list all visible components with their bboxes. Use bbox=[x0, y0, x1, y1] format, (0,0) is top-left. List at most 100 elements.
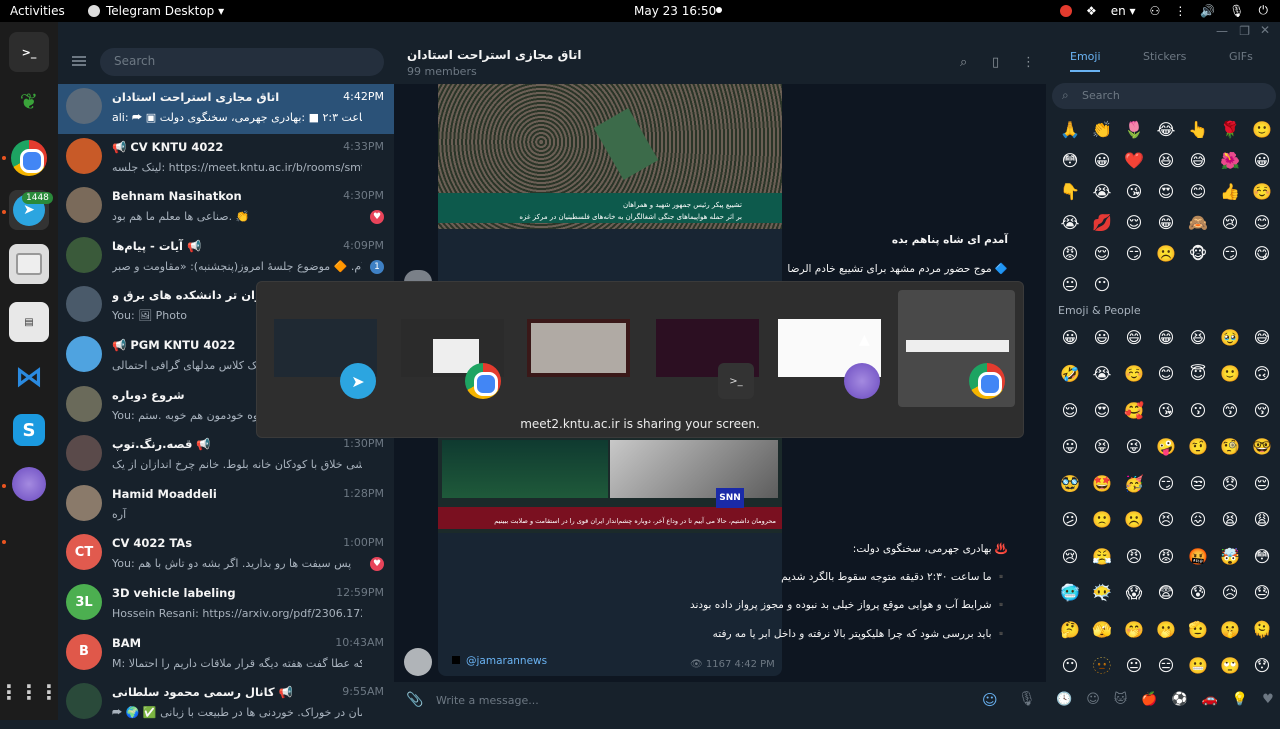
emoji-item[interactable]: 🤣 bbox=[1056, 361, 1084, 387]
emoji-item[interactable]: 😑 bbox=[1152, 653, 1180, 679]
recent-icon[interactable]: 🕓 bbox=[1056, 692, 1072, 720]
minimize-icon[interactable]: — bbox=[1216, 24, 1228, 38]
menu-icon[interactable] bbox=[72, 56, 86, 66]
tab-emoji[interactable]: Emoji bbox=[1070, 50, 1101, 63]
chat-title[interactable]: اتاق مجازی استراحت استادان bbox=[407, 48, 581, 62]
emoji-item[interactable]: 🌷 bbox=[1120, 116, 1148, 142]
emoji-item[interactable]: ☺️ bbox=[1120, 361, 1148, 387]
dropbox-icon[interactable]: ❖ bbox=[1086, 4, 1097, 18]
emoji-item[interactable]: 😩 bbox=[1248, 507, 1276, 533]
emoji-item[interactable]: 🙃 bbox=[1248, 361, 1276, 387]
emoji-item[interactable]: 😀 bbox=[1056, 324, 1084, 350]
emoji-item[interactable]: 😘 bbox=[1120, 178, 1148, 204]
attach-icon[interactable]: 📎 bbox=[406, 692, 423, 708]
emoji-item[interactable]: 🫢 bbox=[1152, 616, 1180, 642]
emoji-item[interactable]: 😖 bbox=[1184, 507, 1212, 533]
emoji-item[interactable]: 🤬 bbox=[1184, 543, 1212, 569]
chat-list-item[interactable]: کانال رسمی محمود سلطانی 📢 9:55AM ⮫ 🌍 ✅ مدی… bbox=[58, 679, 394, 729]
emoji-item[interactable]: 😢 bbox=[1056, 543, 1084, 569]
game-icon[interactable]: ❦ bbox=[9, 82, 49, 122]
emoji-item[interactable]: 😢 bbox=[1216, 209, 1244, 235]
chat-list-item[interactable]: 📢 CV KNTU 4022 4:33PM لینک جلسه: https://m… bbox=[58, 134, 394, 184]
emoji-item[interactable]: 😐 bbox=[1120, 653, 1148, 679]
emoji-item[interactable]: 😡 bbox=[1056, 240, 1084, 266]
tab-stickers[interactable]: Stickers bbox=[1143, 50, 1186, 63]
emoji-icon[interactable]: ☺ bbox=[982, 691, 998, 709]
message-photo[interactable]: تشییع پیکر رئیس جمهور شهید و همراهان بر … bbox=[438, 84, 782, 229]
clock[interactable]: May 23 16:50 bbox=[634, 4, 716, 18]
emoji-item[interactable]: 😐 bbox=[1056, 271, 1084, 297]
emoji-item[interactable]: 😫 bbox=[1216, 507, 1244, 533]
accessibility-icon[interactable]: ⚇ bbox=[1150, 4, 1161, 18]
emoji-item[interactable]: 😄 bbox=[1120, 324, 1148, 350]
emoji-search-input[interactable]: Search bbox=[1052, 83, 1276, 109]
emoji-item[interactable]: 👏 bbox=[1088, 116, 1116, 142]
emoji-item[interactable]: 🙁 bbox=[1088, 507, 1116, 533]
search-icon[interactable]: ⌕ bbox=[960, 55, 967, 70]
emoji-item[interactable]: 😌 bbox=[1056, 397, 1084, 423]
emoji-item[interactable]: 😭 bbox=[1056, 209, 1084, 235]
volume-icon[interactable]: 🔊 bbox=[1200, 4, 1215, 18]
chat-list-item[interactable]: آیات - پیام‌ها 📢 4:09PM سلام. 🔶 موضوع جلسه… bbox=[58, 233, 394, 283]
emoji-item[interactable]: 😁 bbox=[1152, 324, 1180, 350]
emoji-item[interactable]: 🥹 bbox=[1216, 324, 1244, 350]
message-input[interactable]: Write a message... bbox=[436, 694, 539, 707]
chat-list-item[interactable]: Behnam Nasihatkon 4:30PM صناعی ها معلم ما … bbox=[58, 183, 394, 233]
smileys-icon[interactable]: ☺ bbox=[1086, 692, 1100, 720]
emoji-item[interactable]: 🫥 bbox=[1088, 653, 1116, 679]
emoji-item[interactable]: 🙏 bbox=[1056, 116, 1084, 142]
emoji-item[interactable]: 😰 bbox=[1184, 580, 1212, 606]
emoji-item[interactable]: 🥳 bbox=[1120, 470, 1148, 496]
web-browser-icon[interactable] bbox=[9, 464, 49, 504]
emoji-item[interactable]: ❤️ bbox=[1120, 147, 1148, 173]
chat-list-item[interactable]: قصه.رنگ.توپ 📢 1:30PM نقاشی خلاق با کودکان … bbox=[58, 431, 394, 481]
food-icon[interactable]: 🍎 bbox=[1141, 692, 1157, 720]
emoji-item[interactable]: 😅 bbox=[1184, 147, 1212, 173]
emoji-item[interactable]: 🤪 bbox=[1152, 434, 1180, 460]
emoji-item[interactable]: 😒 bbox=[1184, 470, 1212, 496]
emoji-item[interactable]: 🙂 bbox=[1216, 361, 1244, 387]
emoji-item[interactable]: 😏 bbox=[1152, 470, 1180, 496]
emoji-item[interactable]: 🫠 bbox=[1248, 616, 1276, 642]
emoji-item[interactable]: 🤫 bbox=[1216, 616, 1244, 642]
emoji-item[interactable]: ☺️ bbox=[1248, 178, 1276, 204]
emoji-item[interactable]: 😭 bbox=[1088, 178, 1116, 204]
emoji-item[interactable]: 👆 bbox=[1184, 116, 1212, 142]
chat-list-item[interactable]: B BAM 10:43AM M: اون کسی که عطا گفت هفته دی… bbox=[58, 630, 394, 680]
emoji-item[interactable]: 😋 bbox=[1248, 240, 1276, 266]
emoji-item[interactable]: 🥰 bbox=[1120, 397, 1148, 423]
emoji-item[interactable]: 😁 bbox=[1152, 209, 1180, 235]
skype-icon[interactable]: S bbox=[9, 410, 49, 450]
microphone-icon[interactable]: 🎙 bbox=[1018, 691, 1036, 707]
emoji-item[interactable]: 😍 bbox=[1152, 178, 1180, 204]
emoji-item[interactable]: 😘 bbox=[1152, 397, 1180, 423]
emoji-item[interactable]: 😶‍🌫️ bbox=[1088, 580, 1116, 606]
emoji-item[interactable]: 🥸 bbox=[1056, 470, 1084, 496]
emoji-item[interactable]: 😍 bbox=[1088, 397, 1116, 423]
show-apps-icon[interactable]: ⋮⋮⋮ bbox=[0, 672, 59, 712]
emoji-item[interactable]: 😞 bbox=[1216, 470, 1244, 496]
chrome-icon[interactable] bbox=[9, 138, 49, 178]
emoji-item[interactable]: ☹️ bbox=[1120, 507, 1148, 533]
close-icon[interactable]: ✕ bbox=[1260, 23, 1270, 37]
emoji-item[interactable]: 😌 bbox=[1088, 240, 1116, 266]
emoji-item[interactable]: 😡 bbox=[1152, 543, 1180, 569]
emoji-item[interactable]: ☹️ bbox=[1152, 240, 1180, 266]
more-options-icon[interactable]: ⋮ bbox=[1022, 55, 1035, 70]
emoji-item[interactable]: 😜 bbox=[1120, 434, 1148, 460]
power-icon[interactable]: ⏻ bbox=[1259, 3, 1269, 18]
emoji-item[interactable]: 😯 bbox=[1248, 653, 1276, 679]
emoji-item[interactable]: 🫡 bbox=[1184, 616, 1212, 642]
emoji-item[interactable]: 😀 bbox=[1248, 147, 1276, 173]
emoji-item[interactable]: 👇 bbox=[1056, 178, 1084, 204]
emoji-item[interactable]: 😣 bbox=[1152, 507, 1180, 533]
symbols-icon[interactable]: ♥ bbox=[1262, 692, 1274, 720]
emoji-item[interactable]: 😱 bbox=[1120, 580, 1148, 606]
vscode-icon[interactable]: ⋈ bbox=[9, 356, 49, 396]
emoji-item[interactable]: 😊 bbox=[1152, 361, 1180, 387]
objects-icon[interactable]: 💡 bbox=[1232, 692, 1248, 720]
emoji-item[interactable]: 🤓 bbox=[1248, 434, 1276, 460]
emoji-item[interactable]: 😃 bbox=[1088, 324, 1116, 350]
emoji-item[interactable]: 😊 bbox=[1248, 209, 1276, 235]
window-thumbnail-document[interactable] bbox=[527, 319, 630, 377]
